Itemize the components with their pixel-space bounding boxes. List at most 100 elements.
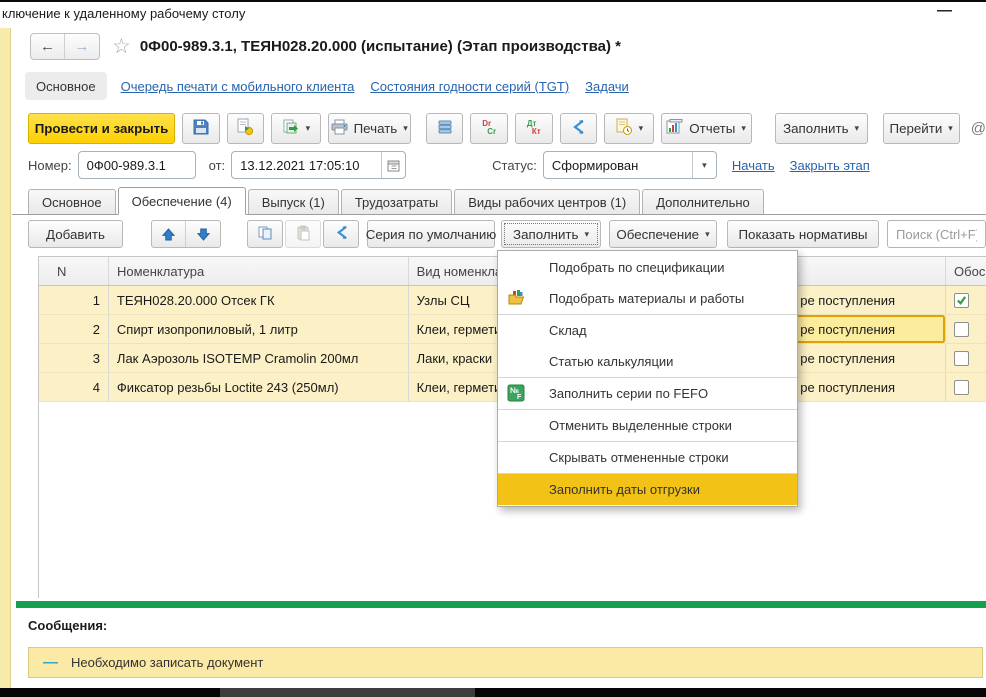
supply-menu-button[interactable]: Обеспечение ▾ bbox=[609, 220, 717, 248]
status-label: Статус: bbox=[492, 158, 537, 173]
menu-item-fill-shipment-dates[interactable]: Заполнить даты отгрузки bbox=[498, 474, 797, 505]
tab-additional[interactable]: Дополнительно bbox=[642, 189, 764, 214]
cell-nomenclature[interactable]: Фиксатор резьбы Loctite 243 (250мл) bbox=[109, 373, 409, 401]
menu-item-warehouse[interactable]: Склад bbox=[498, 315, 797, 346]
calendar-icon[interactable] bbox=[381, 152, 405, 178]
printer-icon bbox=[331, 119, 348, 138]
document-log-button[interactable]: ▾ bbox=[604, 113, 653, 144]
navbar-link-print-queue[interactable]: Очередь печати с мобильного клиента bbox=[121, 79, 355, 94]
menu-item-calc-item[interactable]: Статью калькуляции bbox=[498, 346, 797, 377]
menu-item-cancel-selected-rows[interactable]: Отменить выделенные строки bbox=[498, 410, 797, 441]
main-toolbar: Провести и закрыть ▾ Печать ▾ Dr Cr bbox=[28, 112, 986, 144]
navbar-item-main[interactable]: Основное bbox=[25, 72, 107, 100]
cell-n[interactable]: 2 bbox=[39, 315, 109, 343]
messages-splitter[interactable] bbox=[16, 601, 986, 608]
create-based-on-button[interactable]: ▾ bbox=[271, 113, 320, 144]
favorite-star-icon[interactable]: ☆ bbox=[112, 34, 131, 59]
dr-cr-postings-button[interactable]: Dr Cr bbox=[470, 113, 508, 144]
related-links-bar: Основное Очередь печати с мобильного кли… bbox=[25, 72, 629, 100]
kt-label: Кт bbox=[532, 127, 541, 136]
reports-icon bbox=[666, 119, 683, 138]
fefo-series-icon: №F bbox=[507, 384, 527, 404]
document-tabs: Основное Обеспечение (4) Выпуск (1) Труд… bbox=[12, 187, 986, 215]
checkbox-unchecked[interactable] bbox=[954, 380, 969, 395]
navbar-link-series-states[interactable]: Состояния годности серий (TGT) bbox=[370, 79, 569, 94]
save-button[interactable] bbox=[182, 113, 220, 144]
tab-work-centers[interactable]: Виды рабочих центров (1) bbox=[454, 189, 640, 214]
menu-item-pick-materials[interactable]: Подобрать материалы и работы bbox=[498, 283, 797, 314]
tab-labor[interactable]: Трудозатраты bbox=[341, 189, 452, 214]
create-based-on-icon bbox=[282, 118, 300, 139]
date-field[interactable]: 13.12.2021 17:05:10 bbox=[231, 151, 406, 179]
folder-pick-icon bbox=[507, 289, 527, 309]
goto-menu-button[interactable]: Перейти ▾ bbox=[883, 113, 960, 144]
close-stage-link[interactable]: Закрыть этап bbox=[790, 158, 870, 173]
taskbar-segment bbox=[220, 688, 475, 697]
cell-n[interactable]: 3 bbox=[39, 344, 109, 372]
message-item[interactable]: — Необходимо записать документ bbox=[28, 647, 983, 678]
tab-output[interactable]: Выпуск (1) bbox=[248, 189, 339, 214]
start-link[interactable]: Начать bbox=[732, 158, 775, 173]
cell-separate bbox=[946, 315, 986, 343]
cell-nomenclature[interactable]: ТЕЯН028.20.000 Отсек ГК bbox=[109, 286, 409, 314]
checkbox-checked[interactable] bbox=[954, 293, 969, 308]
date-label: от: bbox=[209, 158, 226, 173]
caret-down-icon[interactable]: ▾ bbox=[692, 152, 716, 178]
checkbox-unchecked[interactable] bbox=[954, 322, 969, 337]
navbar-link-tasks[interactable]: Задачи bbox=[585, 79, 629, 94]
dt-kt-postings-button[interactable]: Дт Кт bbox=[515, 113, 553, 144]
checkbox-unchecked[interactable] bbox=[954, 351, 969, 366]
reports-button[interactable]: Отчеты ▾ bbox=[661, 113, 752, 144]
menu-item-fill-series-fefo[interactable]: №F Заполнить серии по FEFO bbox=[498, 378, 797, 409]
cell-n[interactable]: 4 bbox=[39, 373, 109, 401]
header-nomenclature[interactable]: Номенклатура bbox=[109, 257, 409, 285]
back-icon[interactable]: ← bbox=[31, 34, 65, 59]
move-up-icon[interactable] bbox=[152, 221, 186, 247]
caret-down-icon: ▾ bbox=[855, 123, 860, 134]
status-select[interactable]: Сформирован ▾ bbox=[543, 151, 717, 179]
number-field[interactable]: 0Ф00-989.3.1 bbox=[78, 151, 196, 179]
forward-icon[interactable]: → bbox=[65, 34, 99, 59]
print-button[interactable]: Печать ▾ bbox=[328, 113, 411, 144]
header-n[interactable]: N bbox=[39, 257, 109, 285]
save-icon bbox=[192, 118, 210, 139]
structure-button[interactable] bbox=[426, 113, 464, 144]
caret-down-icon: ▾ bbox=[948, 123, 953, 134]
caret-down-icon: ▾ bbox=[639, 123, 644, 134]
cell-separate bbox=[946, 286, 986, 314]
add-row-button[interactable]: Добавить bbox=[28, 220, 123, 248]
cell-nomenclature[interactable]: Лак Аэрозоль ISOTEMP Cramolin 200мл bbox=[109, 344, 409, 372]
left-panel-strip bbox=[0, 28, 11, 688]
window-top-edge bbox=[0, 0, 986, 2]
move-down-icon[interactable] bbox=[186, 221, 220, 247]
share-button[interactable] bbox=[560, 113, 598, 144]
paste-row-button[interactable] bbox=[285, 220, 321, 248]
menu-item-hide-cancelled-rows[interactable]: Скрывать отмененные строки bbox=[498, 442, 797, 473]
share-icon bbox=[570, 119, 586, 138]
cell-nomenclature[interactable]: Спирт изопропиловый, 1 литр bbox=[109, 315, 409, 343]
fill-menu-button[interactable]: Заполнить ▾ bbox=[775, 113, 868, 144]
page-title: 0Ф00-989.3.1, ТЕЯН028.20.000 (испытание)… bbox=[140, 38, 621, 55]
grid-toolbar: Добавить Серия по умолчанию Заполнить ▾ … bbox=[28, 219, 986, 249]
grid-fill-menu-button[interactable]: Заполнить ▾ bbox=[501, 220, 601, 248]
show-norms-button[interactable]: Показать нормативы bbox=[727, 220, 879, 248]
post-and-close-button[interactable]: Провести и закрыть bbox=[28, 113, 175, 144]
document-clock-icon bbox=[615, 118, 633, 139]
tab-main[interactable]: Основное bbox=[28, 189, 116, 214]
share-rows-button[interactable] bbox=[323, 220, 359, 248]
default-series-button[interactable]: Серия по умолчанию bbox=[367, 220, 495, 248]
attachments-clip-icon[interactable]: @ bbox=[971, 120, 986, 137]
header-separate[interactable]: Обос bbox=[946, 257, 986, 285]
copy-row-button[interactable] bbox=[247, 220, 283, 248]
print-label: Печать bbox=[354, 121, 398, 136]
cell-n[interactable]: 1 bbox=[39, 286, 109, 314]
tab-supply[interactable]: Обеспечение (4) bbox=[118, 187, 246, 215]
post-document-button[interactable] bbox=[227, 113, 265, 144]
minimize-button[interactable]: — bbox=[937, 2, 952, 19]
date-value: 13.12.2021 17:05:10 bbox=[232, 158, 381, 173]
caret-down-icon: ▾ bbox=[741, 123, 746, 134]
fill-dropdown-menu: Подобрать по спецификации Подобрать мате… bbox=[497, 250, 798, 507]
search-input[interactable] bbox=[887, 220, 986, 248]
cell-separate bbox=[946, 373, 986, 401]
menu-item-pick-by-spec[interactable]: Подобрать по спецификации bbox=[498, 252, 797, 283]
